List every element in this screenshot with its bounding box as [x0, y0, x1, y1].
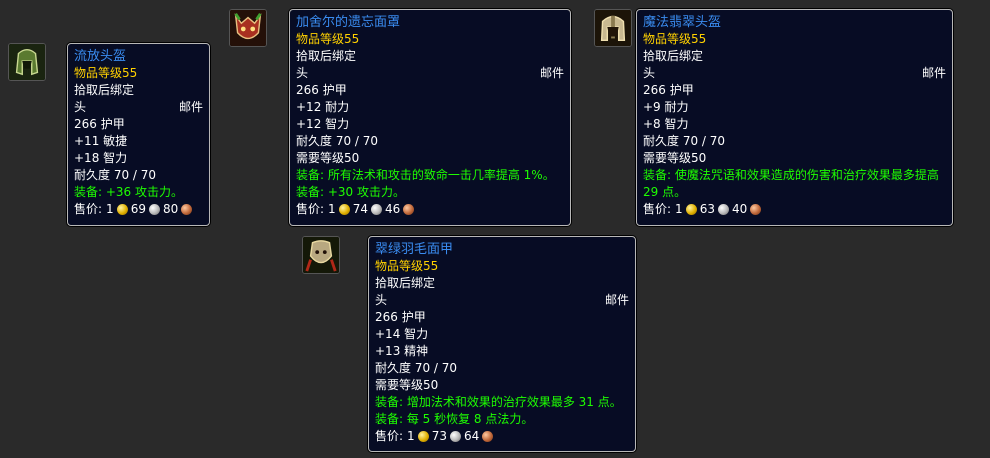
- gold-amount: 1: [328, 202, 336, 216]
- durability: 耐久度 70 / 70: [375, 361, 458, 375]
- stat-line: +12 耐力: [296, 100, 350, 114]
- item-level: 物品等级55: [643, 32, 707, 46]
- silver-coin-icon: [148, 204, 160, 215]
- item-slot: 头: [74, 100, 87, 114]
- item-tooltip-exile-helm: 流放头盔 物品等级55 拾取后绑定 头 邮件 266 护甲 +11 敏捷 +18 …: [67, 43, 210, 226]
- gold-coin-icon: [685, 204, 697, 215]
- bind-type: 拾取后绑定: [296, 49, 357, 63]
- faceguard-feather-icon[interactable]: [302, 236, 340, 274]
- equip-effect: 装备: +30 攻击力。: [296, 185, 405, 199]
- equip-effect: 装备: 每 5 秒恢复 8 点法力。: [375, 412, 534, 426]
- sell-label: 售价:: [375, 429, 404, 443]
- equip-effect: 装备: +36 攻击力。: [74, 185, 183, 199]
- item-slot: 头: [643, 66, 656, 80]
- required-level: 需要等级50: [375, 378, 439, 392]
- sell-price: 售价: 1 74 46: [296, 201, 564, 218]
- required-level: 需要等级50: [296, 151, 360, 165]
- armor-value: 266 护甲: [643, 83, 694, 97]
- copper-amount: 64: [463, 429, 480, 443]
- armor-type: 邮件: [178, 100, 203, 114]
- silver-amount: 63: [699, 202, 715, 216]
- bind-type: 拾取后绑定: [375, 276, 436, 290]
- silver-coin-icon: [717, 204, 729, 215]
- copper-amount: 40: [731, 202, 748, 216]
- durability: 耐久度 70 / 70: [296, 134, 379, 148]
- armor-type: 邮件: [604, 293, 629, 307]
- gold-amount: 1: [407, 429, 415, 443]
- armor-value: 266 护甲: [296, 83, 347, 97]
- item-name: 翠绿羽毛面甲: [375, 242, 454, 257]
- gold-coin-icon: [116, 204, 128, 215]
- item-tooltip-emerald-helm: 魔法翡翠头盔 物品等级55 拾取后绑定 头 邮件 266 护甲 +9 耐力 +8 …: [636, 9, 953, 226]
- stat-line: +13 精神: [375, 344, 429, 358]
- sell-price: 售价: 1 63 40: [643, 201, 946, 218]
- item-level: 物品等级55: [74, 66, 138, 80]
- mask-gahzerilla-icon[interactable]: [229, 9, 267, 47]
- gold-amount: 1: [106, 202, 114, 216]
- helm-exile-icon[interactable]: [8, 43, 46, 81]
- armor-type: 邮件: [539, 66, 564, 80]
- gold-amount: 1: [675, 202, 683, 216]
- armor-value: 266 护甲: [74, 117, 125, 131]
- equip-effect: 装备: 增加法术和效果的治疗效果最多 31 点。: [375, 395, 622, 409]
- gold-coin-icon: [338, 204, 350, 215]
- durability: 耐久度 70 / 70: [74, 168, 157, 182]
- item-tooltip-feather-faceguard: 翠绿羽毛面甲 物品等级55 拾取后绑定 头 邮件 266 护甲 +14 智力 +1…: [368, 236, 636, 452]
- stat-line: +14 智力: [375, 327, 429, 341]
- silver-amount: 74: [352, 202, 368, 216]
- sell-label: 售价:: [74, 202, 103, 216]
- sell-label: 售价:: [296, 202, 325, 216]
- sell-price: 售价: 1 69 80: [74, 201, 203, 218]
- item-slot: 头: [375, 293, 388, 307]
- armor-value: 266 护甲: [375, 310, 426, 324]
- armor-type: 邮件: [921, 66, 946, 80]
- bind-type: 拾取后绑定: [74, 83, 135, 97]
- copper-coin-icon: [181, 204, 193, 215]
- stat-line: +8 智力: [643, 117, 689, 131]
- stat-line: +12 智力: [296, 117, 350, 131]
- stat-line: +11 敏捷: [74, 134, 128, 148]
- silver-coin-icon: [449, 431, 461, 442]
- silver-amount: 69: [130, 202, 146, 216]
- silver-coin-icon: [370, 204, 382, 215]
- required-level: 需要等级50: [643, 151, 707, 165]
- bind-type: 拾取后绑定: [643, 49, 704, 63]
- silver-amount: 73: [431, 429, 447, 443]
- item-name: 加舍尔的遗忘面罩: [296, 15, 401, 30]
- item-tooltip-gahzerilla-mask: 加舍尔的遗忘面罩 物品等级55 拾取后绑定 头邮件 266 护甲 +12 耐力 …: [289, 9, 571, 226]
- helm-emerald-icon[interactable]: [594, 9, 632, 47]
- stat-line: +9 耐力: [643, 100, 689, 114]
- equip-effect: 装备: 使魔法咒语和效果造成的伤害和治疗效果最多提高 29 点。: [643, 168, 939, 199]
- copper-amount: 80: [162, 202, 179, 216]
- stat-line: +18 智力: [74, 151, 128, 165]
- copper-coin-icon: [482, 431, 494, 442]
- copper-coin-icon: [403, 204, 415, 215]
- item-name: 魔法翡翠头盔: [643, 15, 722, 30]
- sell-label: 售价:: [643, 202, 672, 216]
- equip-effect: 装备: 所有法术和攻击的致命一击几率提高 1%。: [296, 168, 555, 182]
- item-level: 物品等级55: [375, 259, 439, 273]
- copper-coin-icon: [750, 204, 762, 215]
- copper-amount: 46: [384, 202, 401, 216]
- durability: 耐久度 70 / 70: [643, 134, 726, 148]
- item-level: 物品等级55: [296, 32, 360, 46]
- item-name: 流放头盔: [74, 49, 127, 64]
- item-slot: 头: [296, 66, 309, 80]
- gold-coin-icon: [417, 431, 429, 442]
- sell-price: 售价: 1 73 64: [375, 428, 629, 445]
